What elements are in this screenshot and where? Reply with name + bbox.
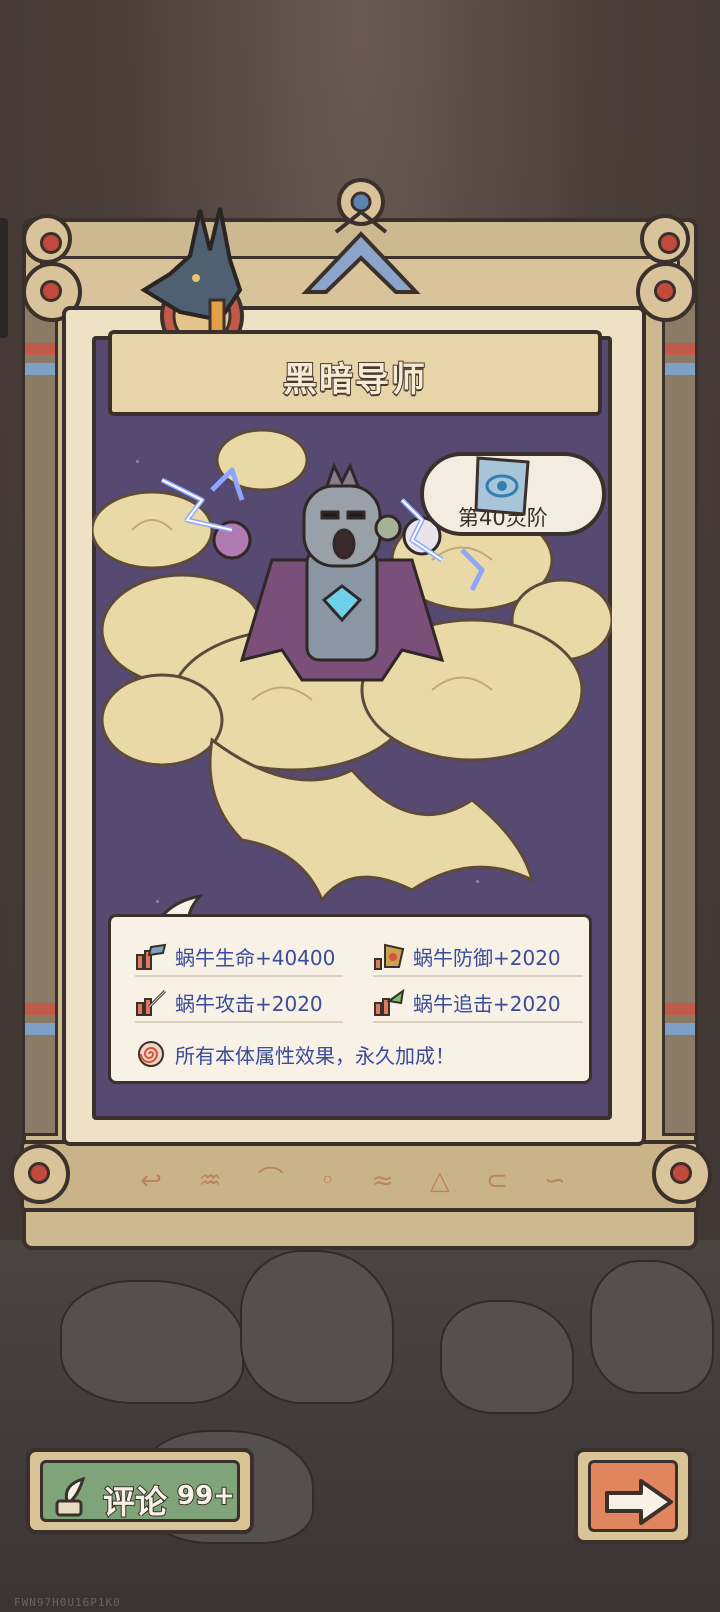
comment-count: 99+ [176,1480,236,1512]
spiral-icon [138,1041,164,1067]
eye-ornament-icon [22,214,72,264]
side-tab[interactable] [0,218,8,338]
arrow-right-icon [605,1479,673,1525]
stat-health: 蜗牛生命+40400 [135,941,335,971]
quill-icon [55,1476,86,1517]
right-pillar [662,300,698,1136]
divider [373,1021,583,1023]
stat-defense: 蜗牛防御+2020 [373,941,561,971]
effect-note-label: 所有本体属性效果，永久加成！ [175,1043,455,1068]
stat-pursuit-label: 蜗牛追击+2020 [413,991,561,1016]
divider [373,975,583,977]
bottom-glyph-band: ↩ ♒ ⌒ ◦ ≈ △ ⊂ ∽ [20,1140,700,1212]
effect-note: 所有本体属性效果，永久加成！ [135,1039,455,1069]
attack-icon [136,989,167,1016]
stat-defense-label: 蜗牛防御+2020 [413,945,561,970]
comment-label: 评论 [102,1482,168,1522]
title-plate: 黑暗导师 [108,330,602,416]
stats-box: 蜗牛生命+40400 蜗牛防御+2020 蜗牛攻击+2020 蜗牛追击+2020 [108,914,592,1084]
divider [135,1021,343,1023]
defense-icon [374,943,405,970]
stat-health-label: 蜗牛生命+40400 [175,945,336,970]
top-arch-ornament-icon [301,178,421,294]
watermark-id: FWN97H0U16P1K0 [14,1596,121,1609]
divider [135,975,343,977]
page-title: 黑暗导师 [282,359,427,401]
eye-ornament-icon [652,1144,712,1204]
stat-pursuit: 蜗牛追击+2020 [373,987,561,1017]
stat-attack: 蜗牛攻击+2020 [135,987,323,1017]
spirit-tablet-icon [474,456,530,516]
stat-attack-label: 蜗牛攻击+2020 [175,991,323,1016]
comment-button-face: 评论 99+ [40,1460,240,1522]
next-button-face [588,1460,678,1532]
rocky-ground [0,1240,720,1612]
health-icon [136,943,167,970]
eye-ornament-icon [10,1144,70,1204]
pursuit-icon [374,988,405,1016]
left-pillar [22,300,58,1136]
next-button[interactable] [574,1448,692,1544]
comment-button[interactable]: 评论 99+ [26,1448,254,1534]
eye-ornament-icon [640,214,690,264]
